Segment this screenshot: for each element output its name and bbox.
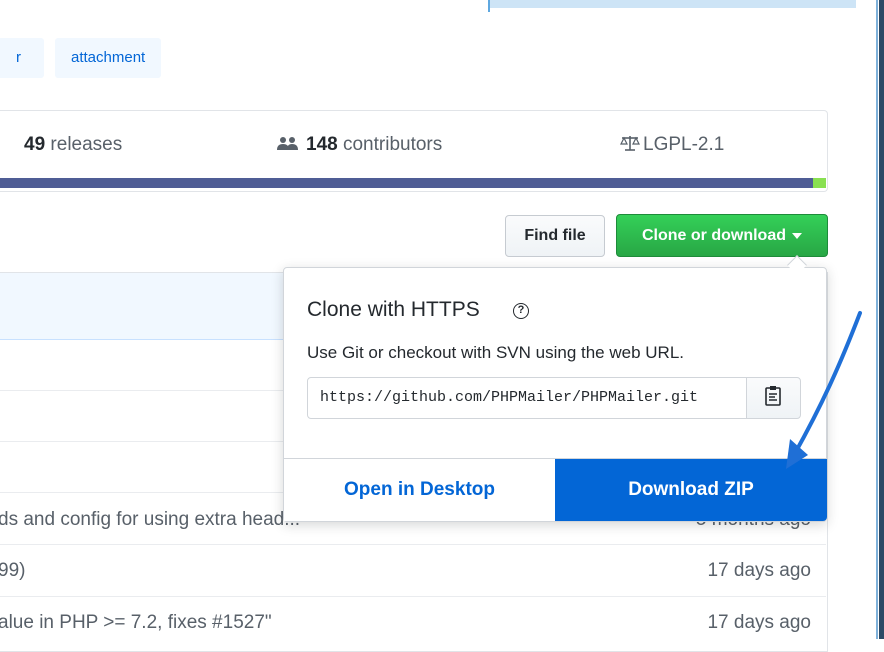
clone-url-field[interactable]: https://github.com/PHPMailer/PHPMailer.g…	[307, 377, 747, 419]
table-row-divider	[0, 596, 826, 597]
releases-link[interactable]: 49 releases	[24, 134, 122, 156]
commit-age: 17 days ago	[707, 612, 811, 633]
clone-popover-title: Clone with HTTPS	[307, 298, 480, 321]
commit-message-link[interactable]: alue in PHP >= 7.2, fixes #1527"	[0, 612, 272, 634]
clone-or-download-button[interactable]: Clone or download	[616, 214, 828, 257]
find-file-button[interactable]: Find file	[505, 215, 605, 257]
window-edge-accent	[488, 0, 490, 12]
clone-or-download-label: Clone or download	[642, 226, 786, 244]
license-link[interactable]: LGPL-2.1	[620, 134, 724, 158]
contributors-link[interactable]: 148 contributors	[276, 134, 442, 158]
language-bar[interactable]	[0, 178, 813, 188]
commit-age: 17 days ago	[707, 560, 811, 581]
topic-tag-attachment[interactable]: attachment	[55, 38, 162, 78]
contributors-label: contributors	[337, 134, 443, 155]
question-icon[interactable]: ?	[513, 303, 529, 319]
language-bar-secondary[interactable]	[813, 178, 826, 188]
window-edge-right-light	[876, 0, 878, 639]
releases-count: 49	[24, 134, 46, 155]
annotation-arrow-icon	[786, 311, 862, 469]
caret-down-icon	[792, 232, 802, 239]
clone-popover-description: Use Git or checkout with SVN using the w…	[307, 343, 684, 362]
window-edge-right-dark	[879, 0, 884, 639]
people-icon	[276, 136, 300, 158]
commit-message-link[interactable]: ds and config for using extra head...	[0, 509, 300, 531]
releases-label: releases	[45, 134, 123, 155]
contributors-count: 148	[306, 134, 338, 155]
open-in-desktop-button[interactable]: Open in Desktop	[284, 459, 555, 521]
commit-message-link[interactable]: 99)	[0, 560, 25, 582]
topic-tag[interactable]: r	[0, 38, 44, 78]
table-row-divider	[0, 544, 826, 545]
law-scale-icon	[620, 134, 640, 158]
window-edge-top	[488, 0, 884, 8]
license-label: LGPL-2.1	[643, 134, 725, 155]
